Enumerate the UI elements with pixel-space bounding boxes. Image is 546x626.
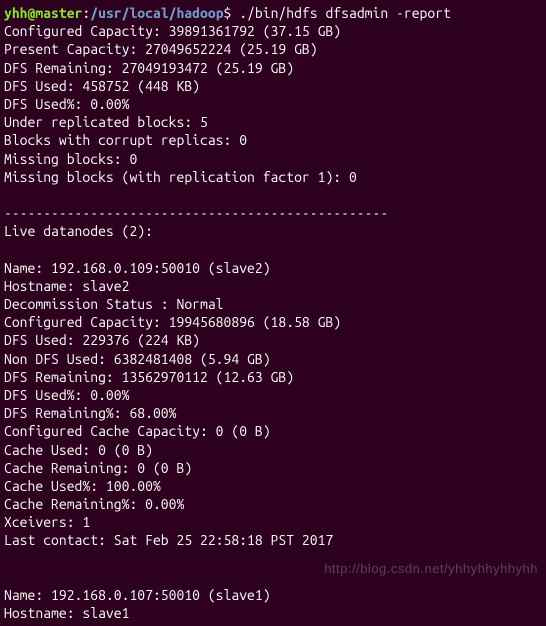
under-replicated: Under replicated blocks: 5 bbox=[4, 113, 542, 131]
divider: ----------------------------------------… bbox=[4, 204, 542, 222]
prompt-user: yhh bbox=[4, 5, 28, 21]
terminal-output: yhh@master:/usr/local/hadoop$ ./bin/hdfs… bbox=[0, 0, 546, 626]
corrupt-replicas: Blocks with corrupt replicas: 0 bbox=[4, 131, 542, 149]
missing-blocks: Missing blocks: 0 bbox=[4, 150, 542, 168]
node1-non-dfs-used: Non DFS Used: 6382481408 (5.94 GB) bbox=[4, 350, 542, 368]
dfs-remaining: DFS Remaining: 27049193472 (25.19 GB) bbox=[4, 59, 542, 77]
node1-name: Name: 192.168.0.109:50010 (slave2) bbox=[4, 259, 542, 277]
live-datanodes-header: Live datanodes (2): bbox=[4, 222, 542, 240]
prompt-line: yhh@master:/usr/local/hadoop$ ./bin/hdfs… bbox=[4, 4, 542, 22]
command-text[interactable]: ./bin/hdfs dfsadmin -report bbox=[231, 5, 451, 21]
configured-capacity: Configured Capacity: 39891361792 (37.15 … bbox=[4, 22, 542, 40]
node1-decommission: Decommission Status : Normal bbox=[4, 295, 542, 313]
dfs-used-pct: DFS Used%: 0.00% bbox=[4, 95, 542, 113]
present-capacity: Present Capacity: 27049652224 (25.19 GB) bbox=[4, 40, 542, 58]
blank-1 bbox=[4, 186, 542, 204]
prompt-path: /usr/local/hadoop bbox=[90, 5, 223, 21]
node2-name: Name: 192.168.0.107:50010 (slave1) bbox=[4, 586, 542, 604]
node1-cache-used: Cache Used: 0 (0 B) bbox=[4, 441, 542, 459]
dfs-used: DFS Used: 458752 (448 KB) bbox=[4, 77, 542, 95]
blank-2 bbox=[4, 240, 542, 258]
node1-cache-capacity: Configured Cache Capacity: 0 (0 B) bbox=[4, 422, 542, 440]
node1-dfs-remaining-pct: DFS Remaining%: 68.00% bbox=[4, 404, 542, 422]
node1-cache-used-pct: Cache Used%: 100.00% bbox=[4, 477, 542, 495]
node1-cache-remaining-pct: Cache Remaining%: 0.00% bbox=[4, 495, 542, 513]
node1-configured-capacity: Configured Capacity: 19945680896 (18.58 … bbox=[4, 313, 542, 331]
node1-xceivers: Xceivers: 1 bbox=[4, 513, 542, 531]
node1-last-contact: Last contact: Sat Feb 25 22:58:18 PST 20… bbox=[4, 531, 542, 549]
node1-dfs-remaining: DFS Remaining: 13562970112 (12.63 GB) bbox=[4, 368, 542, 386]
node1-cache-remaining: Cache Remaining: 0 (0 B) bbox=[4, 459, 542, 477]
node1-dfs-used-pct: DFS Used%: 0.00% bbox=[4, 386, 542, 404]
node2-hostname: Hostname: slave1 bbox=[4, 604, 542, 622]
node1-dfs-used: DFS Used: 229376 (224 KB) bbox=[4, 331, 542, 349]
watermark-text: http://blog.csdn.net/yhhyhhyhhyhh bbox=[324, 561, 538, 578]
prompt-host: master bbox=[35, 5, 82, 21]
missing-rf1: Missing blocks (with replication factor … bbox=[4, 168, 542, 186]
node1-hostname: Hostname: slave2 bbox=[4, 277, 542, 295]
